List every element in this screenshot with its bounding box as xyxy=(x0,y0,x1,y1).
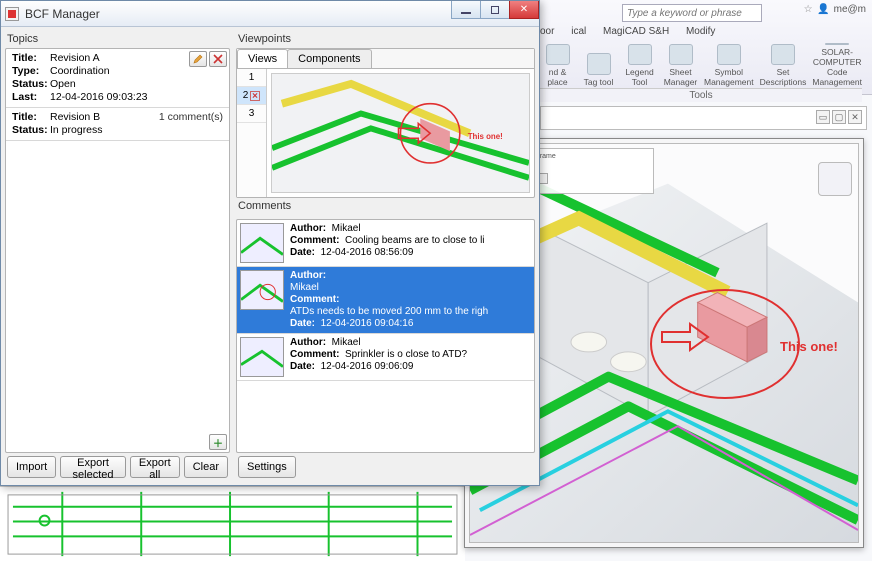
comment-thumb xyxy=(240,270,284,310)
comments-header: Comments xyxy=(238,200,533,212)
delete-viewpoint-icon[interactable] xyxy=(250,91,260,101)
comment-item[interactable]: Author: Mikael Comment: Sprinkler is o c… xyxy=(237,334,534,381)
topics-panel: Title:Revision A Type:Coordination Statu… xyxy=(5,48,230,453)
clear-button[interactable]: Clear xyxy=(184,456,228,478)
ribbon-tab[interactable]: ical xyxy=(571,26,586,37)
star-icon: ☆ xyxy=(804,4,813,15)
tool-icon xyxy=(546,44,570,65)
comment-thumb xyxy=(240,337,284,377)
ribbon-tool[interactable]: SOLAR-COMPUTER Code Management xyxy=(812,44,862,88)
app-icon xyxy=(5,7,19,21)
maximize-button[interactable] xyxy=(480,1,510,19)
comment-thumb xyxy=(240,223,284,263)
ribbon-tool[interactable]: Tag tool xyxy=(581,44,616,88)
ribbon-tool[interactable]: Legend Tool xyxy=(622,44,657,88)
plan-view[interactable] xyxy=(0,486,465,561)
ribbon-tool[interactable]: Symbol Management xyxy=(704,44,754,88)
tab-views[interactable]: Views xyxy=(237,49,288,68)
svg-text:This one!: This one! xyxy=(468,132,503,141)
comment-item[interactable]: Author: Mikael Comment: ATDs needs to be… xyxy=(237,267,534,334)
import-button[interactable]: Import xyxy=(7,456,56,478)
ribbon-tool[interactable]: nd & place xyxy=(540,44,575,88)
viewpoint-row[interactable]: 3 xyxy=(237,105,266,123)
view-control-icon[interactable]: ▢ xyxy=(832,110,846,124)
annotation-arrow-icon xyxy=(660,322,710,352)
user-label: me@m xyxy=(834,4,866,15)
view-controls-bar: ▭ ▢ ✕ xyxy=(540,106,867,130)
settings-bar: Settings xyxy=(236,453,535,481)
export-selected-button[interactable]: Export selected xyxy=(60,456,126,478)
bottom-button-bar: Import Export selected Export all Clear xyxy=(5,453,230,481)
topic-item[interactable]: 1 comment(s) Title:Revision B Status:In … xyxy=(6,108,229,141)
tab-components[interactable]: Components xyxy=(287,49,371,68)
ribbon-tool[interactable]: Set Descriptions xyxy=(760,44,807,88)
viewpoint-row[interactable]: 1 xyxy=(237,69,266,87)
comment-item[interactable]: Author: Mikael Comment: Cooling beams ar… xyxy=(237,220,534,267)
minimize-button[interactable] xyxy=(451,1,481,19)
annotation-text: This one! xyxy=(780,339,838,354)
comments-panel: Author: Mikael Comment: Cooling beams ar… xyxy=(236,219,535,453)
ribbon-tab[interactable]: MagiCAD S&H xyxy=(603,26,669,37)
user-area[interactable]: ☆ 👤 me@m xyxy=(803,4,866,15)
ribbon-tools: nd & place Tag tool Legend Tool Sheet Ma… xyxy=(540,44,862,88)
viewpoints-tabs: Views Components xyxy=(237,49,534,69)
view-control-icon[interactable]: ✕ xyxy=(848,110,862,124)
close-button[interactable]: ✕ xyxy=(509,1,539,19)
delete-topic-button[interactable] xyxy=(209,51,227,67)
ribbon-tab[interactable]: Modify xyxy=(686,26,715,37)
tool-icon xyxy=(771,44,795,65)
add-topic-button[interactable]: ＋ xyxy=(209,434,227,450)
viewpoints-header: Viewpoints xyxy=(238,33,533,45)
viewpoint-row[interactable]: 2 xyxy=(237,87,266,105)
tool-icon xyxy=(717,44,741,65)
ribbon-tab-partial[interactable]: oor xyxy=(540,26,554,37)
comment-count: 1 comment(s) xyxy=(159,111,223,124)
topics-header: Topics xyxy=(7,33,228,45)
pencil-icon xyxy=(193,54,203,64)
ribbon-tabs[interactable]: oor ical MagiCAD S&H Modify xyxy=(540,26,872,44)
settings-button[interactable]: Settings xyxy=(238,456,296,478)
window-titlebar[interactable]: BCF Manager ✕ xyxy=(1,1,539,27)
view-control-icon[interactable]: ▭ xyxy=(816,110,830,124)
ribbon-tool[interactable]: Sheet Manager xyxy=(663,44,698,88)
person-icon: 👤 xyxy=(817,4,829,15)
x-icon xyxy=(213,54,223,64)
search-input[interactable] xyxy=(622,4,762,22)
tool-icon xyxy=(587,53,611,75)
edit-topic-button[interactable] xyxy=(189,51,207,67)
viewpoint-preview[interactable]: This one! xyxy=(271,73,530,193)
tool-icon xyxy=(669,44,693,65)
export-all-button[interactable]: Export all xyxy=(130,456,180,478)
tool-icon xyxy=(825,43,849,45)
viewpoints-panel: Views Components 1 2 3 xyxy=(236,48,535,198)
bcf-manager-window: BCF Manager ✕ Topics Title:Revisi xyxy=(0,0,540,486)
ribbon-group-label: Tools xyxy=(540,88,862,102)
window-title: BCF Manager xyxy=(25,7,100,21)
nav-cube-icon[interactable] xyxy=(818,162,852,196)
tool-icon xyxy=(628,44,652,65)
viewpoint-list: 1 2 3 xyxy=(237,69,267,197)
